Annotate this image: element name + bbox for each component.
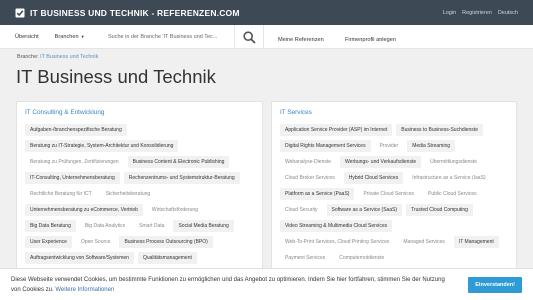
nav-my-references-label: Meine Referenzen — [278, 36, 324, 43]
brand-title: IT BUSINESS UND TECHNIK - REFERENZEN.COM — [30, 7, 240, 18]
tag-link[interactable]: Provider — [375, 140, 404, 152]
nav-my-references[interactable]: Meine Referenzen — [278, 28, 324, 46]
tag-list: Aufgaben-/branchenspezifische Beratung Be… — [25, 124, 254, 264]
cookie-more-info-link[interactable]: Weitere Informationen — [55, 287, 114, 293]
tag-link[interactable]: Social Media Beratung — [173, 220, 234, 232]
breadcrumb-label: Branche: — [17, 54, 39, 60]
login-link[interactable]: Login — [443, 10, 456, 16]
tag-list: Application Service Provider (ASP) im In… — [280, 124, 508, 264]
tag-link[interactable]: Rechenzentrums- und Systemstruktur-Berat… — [123, 172, 240, 184]
brand[interactable]: IT BUSINESS UND TECHNIK - REFERENZEN.COM — [15, 8, 240, 18]
category-card-it-services: IT Services Application Service Provider… — [271, 101, 517, 281]
tag-link[interactable]: Big Data Analytics — [80, 220, 130, 232]
tag-link[interactable]: Rechtliche Beratung für ICT — [25, 188, 97, 200]
tag-link[interactable]: Media Streaming — [407, 140, 456, 152]
tag-link[interactable]: Wirtschaftsförderung — [147, 204, 203, 216]
tag-link[interactable]: Auftragsentwicklung von Software/Systeme… — [25, 252, 134, 264]
search-icon — [242, 30, 256, 44]
tag-link[interactable]: Business Content & Electronic Publishing — [127, 156, 230, 168]
tag-link[interactable]: Aufgaben-/branchenspezifische Beratung — [25, 124, 127, 136]
page-title: IT Business und Technik — [16, 66, 216, 87]
tag-link[interactable]: Cloud Security — [280, 204, 323, 216]
tag-link[interactable]: Business to Business-Suchdienste — [396, 124, 483, 136]
tag-link[interactable]: Platform as a Service (PaaS) — [280, 188, 355, 200]
caret-down-icon: ▼ — [80, 33, 85, 39]
cookie-accept-button[interactable]: Einverstanden! — [468, 276, 522, 293]
nav-branchen-label: Branchen — [54, 33, 79, 40]
search-input[interactable]: Suche in der Branche 'IT Business und Te… — [108, 25, 233, 49]
tag-link[interactable]: Sicherheitsberatung — [101, 188, 155, 200]
card-title[interactable]: IT Consulting & Entwicklung — [25, 109, 254, 116]
tag-link[interactable]: IT Management — [453, 236, 499, 248]
tag-link[interactable]: Open Source — [76, 236, 115, 248]
tag-link[interactable]: Smart Data — [134, 220, 169, 232]
nav-overview[interactable]: Übersicht — [0, 34, 39, 40]
card-title[interactable]: IT Services — [280, 109, 508, 116]
nav-company-profile-label: Firmenprofil anlegen — [345, 36, 396, 43]
tag-link[interactable]: User Experience — [25, 236, 72, 248]
breadcrumb-link[interactable]: IT Business und Technik — [40, 54, 98, 60]
tag-link[interactable]: Payment Services — [280, 252, 330, 264]
tag-link[interactable]: Public Cloud Services — [423, 188, 482, 200]
search-button[interactable] — [234, 25, 264, 49]
tag-link[interactable]: Hybrid Cloud Services — [343, 172, 404, 184]
breadcrumb: Branche: IT Business und Technik — [17, 54, 98, 60]
main-nav: Übersicht Branchen ▼ Suche in der Branche… — [0, 25, 533, 49]
tag-link[interactable]: Managed Services — [398, 236, 449, 248]
tag-link[interactable]: Video Streaming & Multimedia Cloud Servi… — [280, 220, 393, 232]
search-placeholder: Suche in der Branche 'IT Business und Te… — [108, 33, 218, 40]
tag-link[interactable]: Private Cloud Services — [358, 188, 419, 200]
tag-link[interactable]: Übermittlungsdienste — [425, 156, 482, 168]
tag-link[interactable]: Webanalyse-Dienste — [280, 156, 336, 168]
nav-branchen-dropdown[interactable]: Branchen ▼ — [39, 34, 85, 40]
cookie-banner: Diese Webseite verwendet Cookies, um bes… — [0, 268, 533, 300]
tag-link[interactable]: Web-To-Print Services, Cloud Printing Se… — [280, 236, 394, 248]
cookie-message: Diese Webseite verwendet Cookies, um bes… — [11, 275, 451, 295]
tag-link[interactable]: Unternehmensberatung zu eCommerce, Vertr… — [25, 204, 143, 216]
tag-link[interactable]: Cloud Broker Services — [280, 172, 340, 184]
language-link[interactable]: Deutsch — [498, 10, 518, 16]
register-link[interactable]: Registrieren — [462, 10, 492, 16]
nav-company-profile[interactable]: Firmenprofil anlegen — [345, 28, 396, 46]
tag-link[interactable]: Infrastructure as a Service (IaaS) — [407, 172, 490, 184]
tag-link[interactable]: Beratung zu IT-Strategie, System-Archite… — [25, 140, 179, 152]
tag-link[interactable]: Computernotdienste — [334, 252, 389, 264]
tag-link[interactable]: Business Process Outsourcing (BPO) — [119, 236, 213, 248]
tag-link[interactable]: Application Service Provider (ASP) im In… — [280, 124, 393, 136]
tag-link[interactable]: Werbungs- und Verkaufsdienste — [340, 156, 422, 168]
top-bar: IT BUSINESS UND TECHNIK - REFERENZEN.COM… — [0, 0, 533, 25]
tag-link[interactable]: Trusted Cloud Computing — [406, 204, 473, 216]
checkbox-logo-icon — [15, 8, 25, 17]
tag-link[interactable]: Big Data Beratung — [25, 220, 76, 232]
tag-link[interactable]: Software as a Service (SaaS) — [326, 204, 403, 216]
category-card-it-consulting: IT Consulting & Entwicklung Aufgaben-/br… — [16, 101, 263, 281]
tag-link[interactable]: Beratung zu Prüfungen, Zertifizierungen — [25, 156, 124, 168]
tag-link[interactable]: Digital Rights Management Services — [280, 140, 371, 152]
tag-link[interactable]: Qualitätsmanagement — [137, 252, 197, 264]
tag-link[interactable]: IT-Consulting, Unternehmensberatung — [25, 172, 120, 184]
top-links: Login Registrieren Deutsch — [443, 10, 518, 16]
